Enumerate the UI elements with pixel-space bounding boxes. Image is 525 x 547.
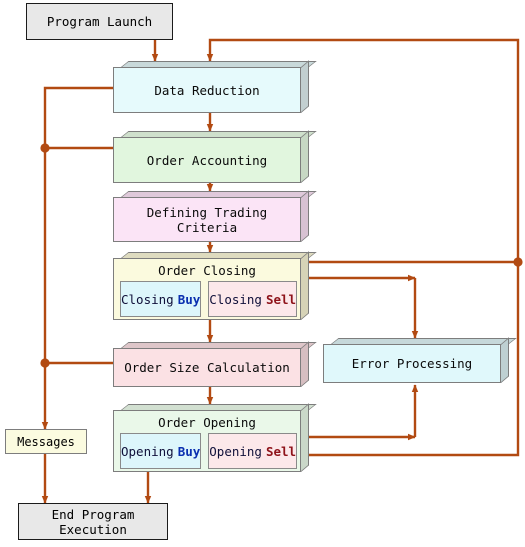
node-messages[interactable]: Messages bbox=[5, 429, 87, 454]
error-processing-bevel-side bbox=[501, 337, 509, 383]
order-opening-bevel-side bbox=[301, 403, 309, 472]
node-data-reduction-label: Data Reduction bbox=[113, 67, 301, 113]
node-defining-trading-criteria[interactable]: Defining Trading Criteria bbox=[113, 190, 317, 242]
node-messages-label: Messages bbox=[17, 434, 75, 449]
node-order-opening-title: Order Opening bbox=[158, 415, 256, 430]
order-size-calculation-bevel-side bbox=[301, 341, 309, 387]
cell-closing-buy-prefix: Closing bbox=[121, 291, 174, 307]
order-closing-bevel-side bbox=[301, 251, 309, 320]
order-closing-body: Order Closing Closing Buy Closing Sell bbox=[113, 258, 301, 320]
cell-closing-sell-keyword: Sell bbox=[265, 291, 297, 307]
node-end-program-execution[interactable]: End Program Execution bbox=[18, 503, 168, 540]
cell-opening-buy-keyword: Buy bbox=[177, 443, 201, 459]
cell-opening-sell-prefix: Opening bbox=[209, 443, 262, 459]
order-opening-body: Order Opening Opening Buy Opening Sell bbox=[113, 410, 301, 472]
node-error-processing[interactable]: Error Processing bbox=[323, 337, 517, 383]
node-order-size-calculation-label: Order Size Calculation bbox=[113, 348, 301, 387]
order-opening-cells: Opening Buy Opening Sell bbox=[120, 433, 298, 469]
node-program-launch-label: Program Launch bbox=[46, 14, 153, 29]
order-closing-cells: Closing Buy Closing Sell bbox=[120, 281, 298, 317]
node-order-opening[interactable]: Order Opening Opening Buy Opening Sell bbox=[113, 403, 317, 472]
cell-opening-buy[interactable]: Opening Buy bbox=[120, 433, 202, 469]
node-error-processing-label: Error Processing bbox=[323, 344, 501, 383]
node-defining-trading-criteria-label: Defining Trading Criteria bbox=[113, 197, 301, 242]
node-end-program-execution-label: End Program Execution bbox=[51, 506, 135, 537]
cell-opening-sell[interactable]: Opening Sell bbox=[208, 433, 298, 469]
cell-closing-sell[interactable]: Closing Sell bbox=[208, 281, 298, 317]
node-order-accounting-label: Order Accounting bbox=[113, 137, 301, 183]
cell-opening-sell-keyword: Sell bbox=[265, 443, 297, 459]
cell-closing-buy-keyword: Buy bbox=[177, 291, 201, 307]
cell-opening-buy-prefix: Opening bbox=[121, 443, 174, 459]
data-reduction-bevel-side bbox=[301, 60, 309, 113]
cell-closing-buy[interactable]: Closing Buy bbox=[120, 281, 202, 317]
node-program-launch[interactable]: Program Launch bbox=[26, 3, 173, 40]
node-order-size-calculation[interactable]: Order Size Calculation bbox=[113, 341, 317, 387]
order-accounting-bevel-side bbox=[301, 130, 309, 183]
node-order-closing[interactable]: Order Closing Closing Buy Closing Sell bbox=[113, 251, 317, 320]
node-data-reduction[interactable]: Data Reduction bbox=[113, 60, 317, 113]
flowchart-canvas: Program Launch Data Reduction Order Acco… bbox=[0, 0, 525, 547]
node-order-accounting[interactable]: Order Accounting bbox=[113, 130, 317, 183]
node-order-closing-title: Order Closing bbox=[158, 263, 256, 278]
defining-trading-criteria-bevel-side bbox=[301, 190, 309, 242]
cell-closing-sell-prefix: Closing bbox=[209, 291, 262, 307]
